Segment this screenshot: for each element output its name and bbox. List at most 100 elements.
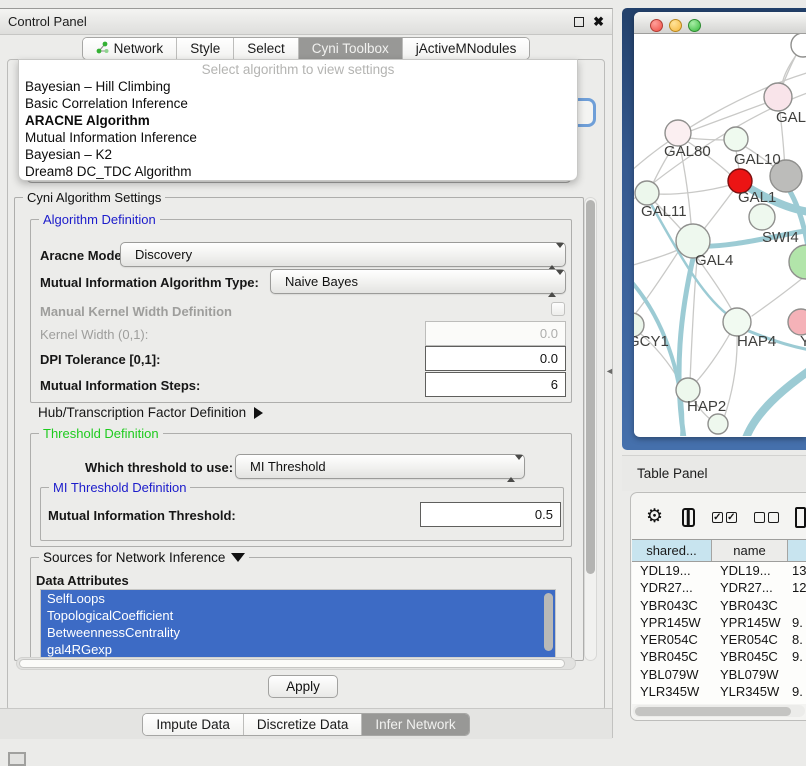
splitter-collapse-arrow[interactable]: ◄ — [605, 366, 614, 376]
table-row[interactable]: YDR27...YDR27...12 — [632, 579, 806, 596]
table-cell: YIL052C — [712, 700, 788, 704]
table-row[interactable]: YBR043CYBR043C — [632, 597, 806, 614]
table-cell: 9 — [788, 700, 806, 704]
table-cell — [788, 666, 806, 683]
table-row[interactable]: YER054CYER054C8. — [632, 631, 806, 648]
tab-select[interactable]: Select — [234, 38, 299, 59]
tab-discretize-data[interactable]: Discretize Data — [244, 714, 363, 735]
kernel-width-field[interactable]: 0.0 — [425, 321, 566, 346]
network-node[interactable] — [724, 127, 748, 151]
table-row[interactable]: YIL052CYIL052C9 — [632, 700, 806, 704]
zoom-traffic-light-icon[interactable] — [688, 19, 701, 32]
document-icon[interactable] — [795, 507, 806, 528]
tab-style[interactable]: Style — [177, 38, 234, 59]
network-window: GALGAL80GAL10GAL1GAL11SWI4GAL4GCY1HAP4YH… — [634, 12, 806, 437]
bottom-left-partial-widget[interactable] — [8, 752, 26, 766]
table-cell: YLR345W — [632, 683, 712, 700]
network-node[interactable] — [788, 309, 806, 335]
mi-algorithm-type-combo[interactable]: Naive Bayes — [270, 269, 566, 294]
column-header[interactable] — [788, 540, 806, 561]
unselect-all-columns-icon[interactable] — [754, 512, 779, 523]
network-edge[interactable] — [700, 187, 736, 234]
settings-vertical-scrollbar[interactable] — [584, 197, 597, 661]
table-cell: YBL079W — [712, 666, 788, 683]
network-edge[interactable] — [656, 184, 734, 194]
horizontal-scrollbar-thumb[interactable] — [19, 659, 565, 668]
tab-infer-network[interactable]: Infer Network — [362, 714, 468, 735]
table-cell: YDL19... — [632, 562, 712, 579]
aracne-mode-value: Discovery — [135, 247, 192, 262]
tab-impute-data[interactable]: Impute Data — [143, 714, 244, 735]
algorithm-option[interactable]: Bayesian – K2 — [19, 146, 577, 163]
algorithm-option[interactable]: ARACNE Algorithm — [19, 112, 577, 129]
mi-steps-label: Mutual Information Steps: — [40, 378, 200, 393]
network-node[interactable] — [708, 414, 728, 434]
apply-button[interactable]: Apply — [268, 675, 338, 698]
network-view-panel: GALGAL80GAL10GAL1GAL11SWI4GAL4GCY1HAP4YH… — [622, 8, 806, 450]
aracne-mode-combo[interactable]: Discovery — [120, 242, 566, 267]
table-row[interactable]: YBR045CYBR045C9. — [632, 648, 806, 665]
algorithm-option[interactable]: Basic Correlation Inference — [19, 95, 577, 112]
network-canvas[interactable]: GALGAL80GAL10GAL1GAL11SWI4GAL4GCY1HAP4YH… — [634, 34, 806, 436]
list-scrollbar-thumb[interactable] — [544, 593, 553, 651]
which-threshold-combo[interactable]: MI Threshold — [235, 454, 525, 479]
network-edge[interactable] — [634, 280, 682, 436]
data-attribute-item[interactable]: BetweennessCentrality — [41, 624, 555, 641]
split-columns-icon[interactable] — [682, 508, 695, 527]
sources-expander[interactable]: Sources for Network Inference — [39, 550, 249, 565]
algorithm-option[interactable]: Dream8 DC_TDC Algorithm — [19, 163, 577, 180]
network-node[interactable] — [789, 245, 806, 279]
network-edge[interactable] — [694, 330, 732, 384]
threshold-definition-title: Threshold Definition — [39, 426, 163, 441]
network-node-label: HAP2 — [687, 398, 726, 415]
network-node[interactable] — [723, 308, 751, 336]
tab-cyni-toolbox[interactable]: Cyni Toolbox — [299, 38, 403, 59]
close-icon[interactable]: ✖ — [593, 17, 604, 27]
checked-box-icon: ✓ — [726, 512, 737, 523]
tab-jactivemnodules[interactable]: jActiveMNodules — [403, 38, 530, 59]
tab-network[interactable]: Network — [83, 38, 178, 59]
gear-icon[interactable]: ⚙ — [646, 506, 663, 528]
network-node[interactable] — [764, 83, 792, 111]
data-attribute-item[interactable]: SelfLoops — [41, 590, 555, 607]
data-attribute-item[interactable]: TopologicalCoefficient — [41, 607, 555, 624]
algorithm-option-list: Bayesian – Hill ClimbingBasic Correlatio… — [19, 78, 577, 180]
minimize-traffic-light-icon[interactable] — [669, 19, 682, 32]
stepper-arrows-icon — [507, 460, 515, 474]
data-attributes-label: Data Attributes — [36, 573, 129, 588]
select-all-columns-icon[interactable]: ✓ ✓ — [712, 512, 737, 523]
table-row[interactable]: YLR345WYLR345W9. — [632, 683, 806, 700]
float-window-icon[interactable] — [574, 17, 584, 27]
table-horizontal-scrollbar[interactable] — [633, 705, 805, 717]
dpi-tolerance-field[interactable]: 0.0 — [425, 346, 566, 371]
control-panel-titlebar[interactable]: Control Panel ✖ — [0, 9, 612, 35]
table-header-row: shared...name — [632, 539, 806, 562]
table-row[interactable]: YBL079WYBL079W — [632, 666, 806, 683]
manual-kernel-width-checkbox[interactable] — [551, 302, 565, 316]
network-edge[interactable] — [746, 370, 806, 436]
vertical-scrollbar-thumb[interactable] — [586, 200, 595, 574]
sources-title: Sources for Network Inference — [43, 550, 225, 565]
table-row[interactable]: YDL19...YDL19...13 — [632, 562, 806, 579]
table-row[interactable]: YPR145WYPR145W9. — [632, 614, 806, 631]
algorithm-option[interactable]: Mutual Information Inference — [19, 129, 577, 146]
data-attribute-item[interactable]: gal4RGexp — [41, 641, 555, 658]
column-header[interactable]: shared... — [632, 540, 712, 561]
expanded-arrow-icon — [231, 553, 245, 562]
network-node[interactable] — [635, 181, 659, 205]
close-traffic-light-icon[interactable] — [650, 19, 663, 32]
network-node-label: GAL10 — [734, 151, 781, 168]
network-node[interactable] — [791, 34, 806, 57]
mi-steps-field[interactable]: 6 — [425, 372, 566, 397]
table-panel-titlebar[interactable]: Table Panel — [622, 455, 806, 491]
table-cell: YLR345W — [712, 683, 788, 700]
network-window-titlebar[interactable] — [634, 12, 806, 34]
hub-definition-expander[interactable]: Hub/Transcription Factor Definition — [38, 405, 263, 420]
table-scrollbar-thumb[interactable] — [635, 707, 791, 716]
unchecked-box-icon — [768, 512, 779, 523]
algorithm-option[interactable]: Bayesian – Hill Climbing — [19, 78, 577, 95]
settings-horizontal-scrollbar[interactable] — [16, 657, 576, 670]
column-header[interactable]: name — [712, 540, 788, 561]
network-node[interactable] — [749, 204, 775, 230]
mi-threshold-field[interactable]: 0.5 — [420, 502, 561, 527]
